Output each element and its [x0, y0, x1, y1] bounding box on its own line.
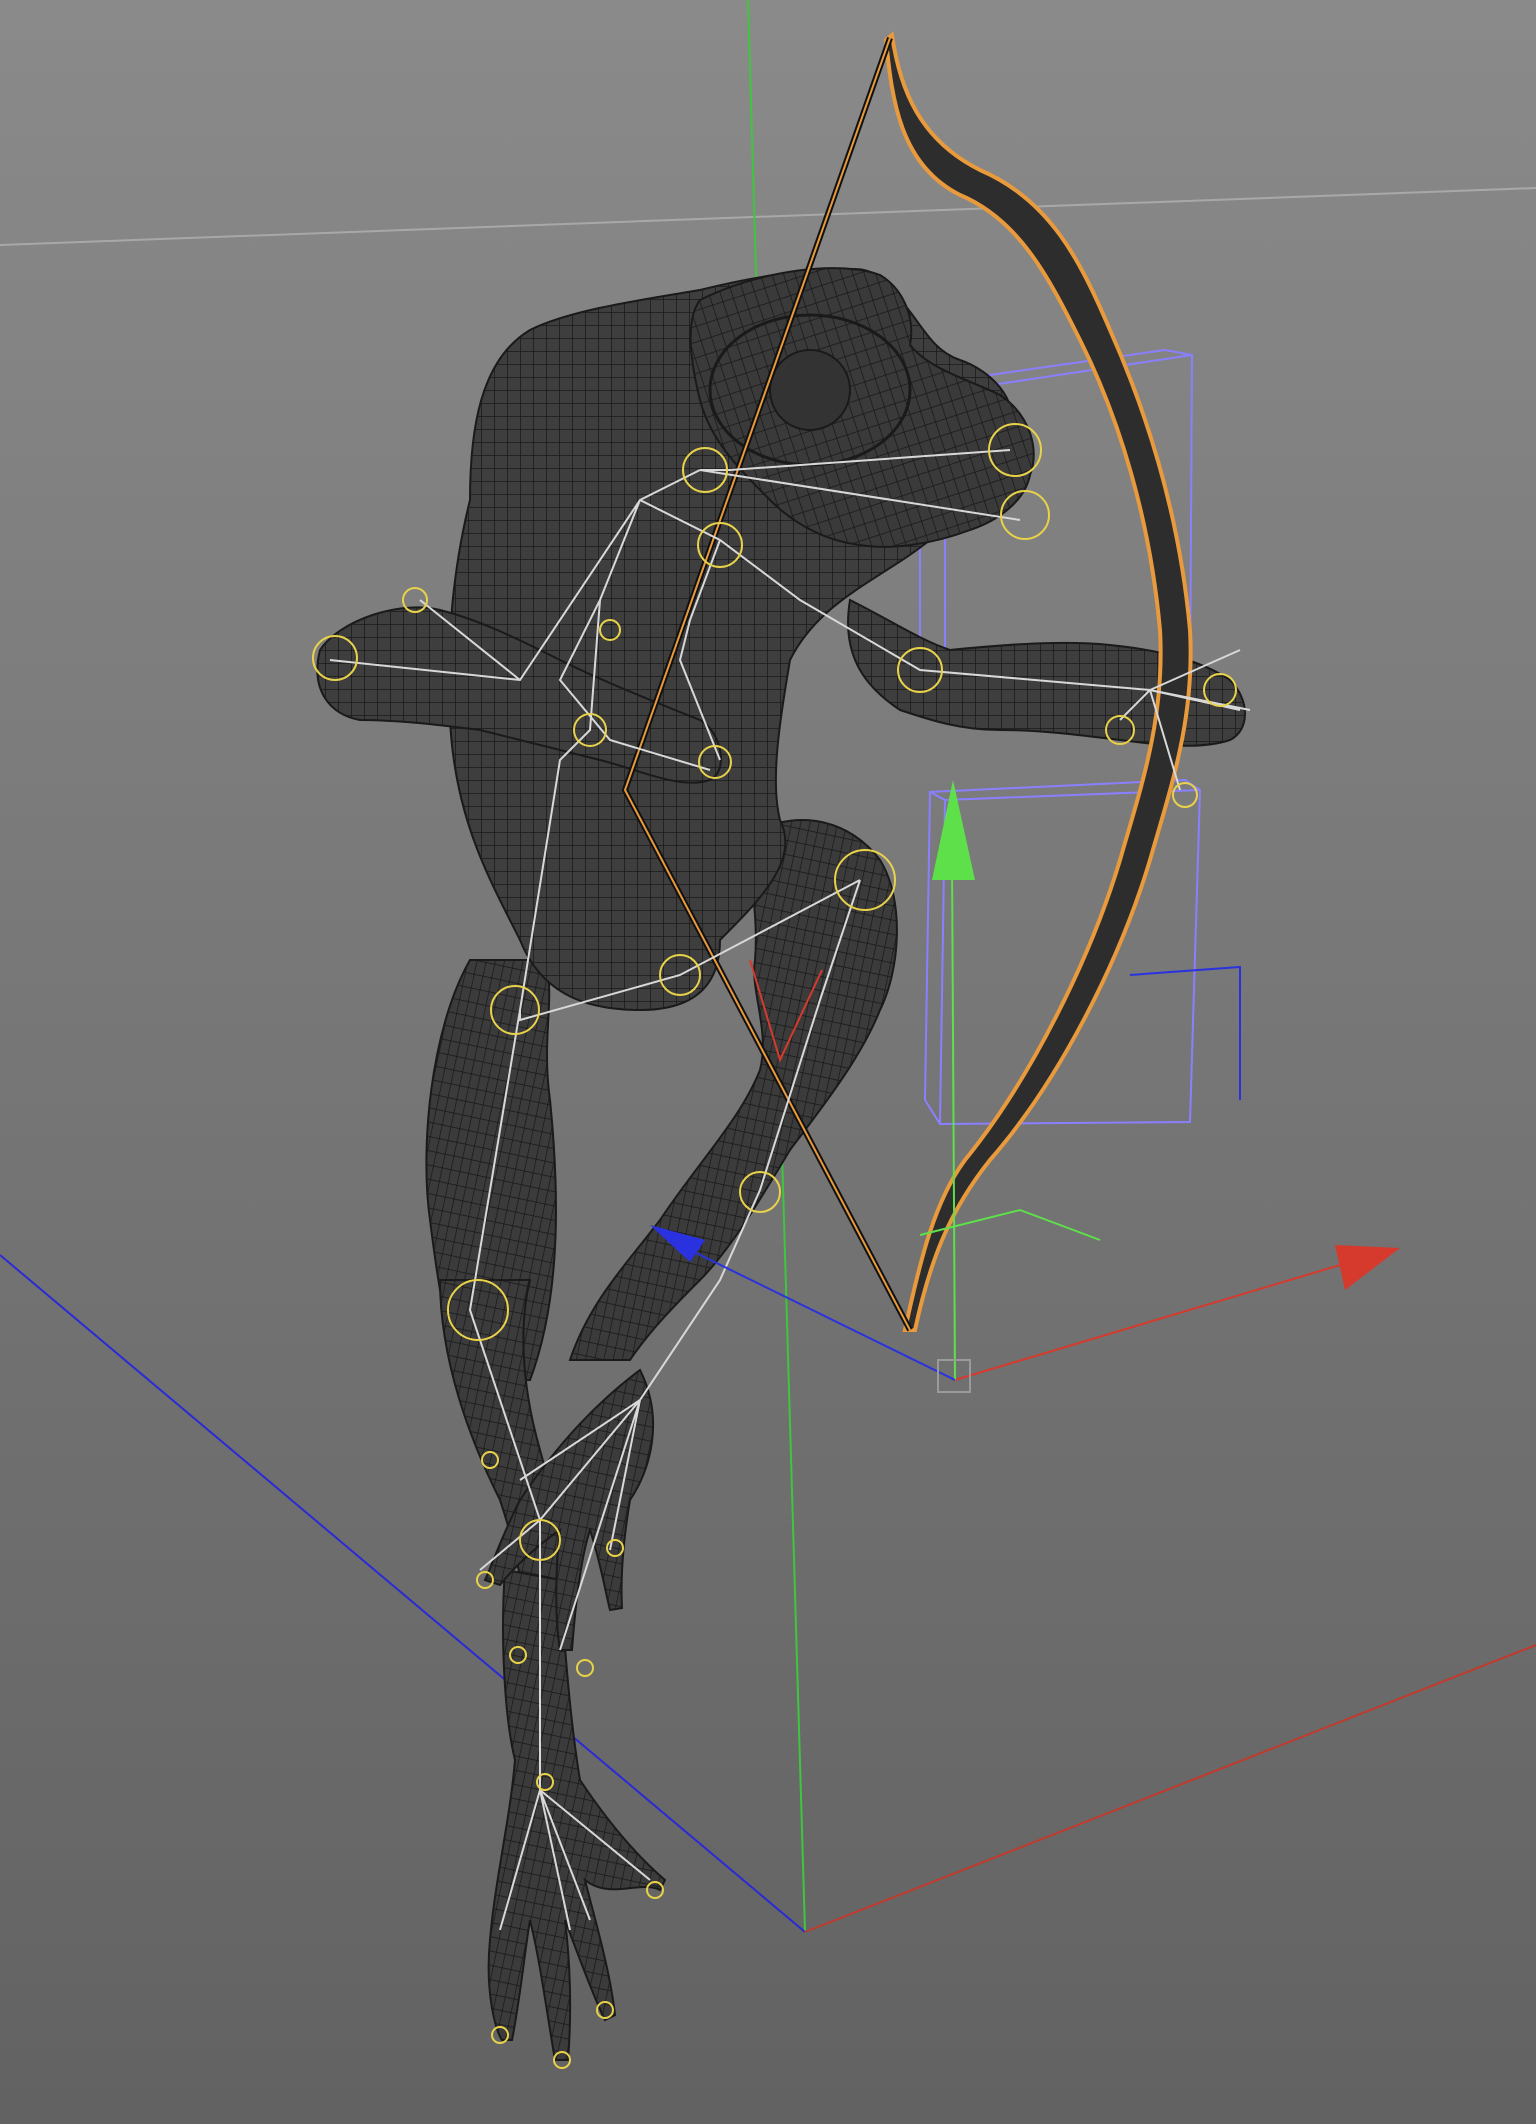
joint-finger-right[interactable]	[1172, 782, 1198, 808]
gizmo-x-arrow[interactable]	[1335, 1245, 1400, 1290]
gizmo-y-arrow[interactable]	[932, 780, 975, 880]
scene-canvas[interactable]	[0, 0, 1536, 2124]
world-x-axis	[804, 1644, 1536, 1933]
joint-head-b[interactable]	[1000, 490, 1050, 540]
frog-eye-pupil	[769, 349, 851, 431]
joint-toe-3[interactable]	[576, 1659, 594, 1677]
grid-horizon-line	[0, 187, 1536, 246]
gizmo-y-handle-line[interactable]	[951, 859, 956, 1381]
3d-viewport[interactable]	[0, 0, 1536, 2124]
gizmo-x-handle-line[interactable]	[954, 1264, 1341, 1381]
frog-mesh[interactable]	[316, 267, 1246, 2061]
gizmo-rotate-z[interactable]	[1129, 965, 1241, 1100]
frog-foot-left[interactable]	[487, 1568, 667, 2061]
world-z-axis	[0, 1254, 806, 1933]
